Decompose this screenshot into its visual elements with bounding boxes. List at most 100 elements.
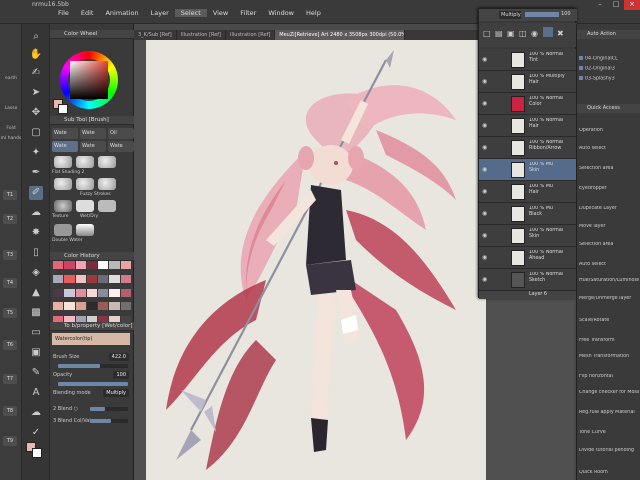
menu-animation[interactable]: Animation <box>99 9 144 17</box>
opacity-slider[interactable] <box>58 382 128 386</box>
brush-preset-4[interactable] <box>54 178 72 190</box>
tool-property-header[interactable]: To b/property [Wet/color] <box>50 322 134 331</box>
quick-access-item[interactable]: Mesh Transformation <box>579 354 639 360</box>
layer-row[interactable]: ◉ 100 % Normal Tint <box>479 49 577 71</box>
close-button[interactable]: × <box>624 0 640 10</box>
layer-row[interactable]: ◉ 100 % Mu Black <box>479 203 577 225</box>
palette-swatch[interactable] <box>98 261 109 269</box>
figure-icon[interactable]: ▭ <box>29 326 43 340</box>
tool-tag-3[interactable]: T3 <box>3 250 17 260</box>
palette-swatch[interactable] <box>109 288 120 297</box>
quick-access-header[interactable]: Quick Access <box>577 104 640 113</box>
palette-swatch[interactable] <box>64 261 75 269</box>
quick-access-item[interactable]: Auto select <box>579 146 639 152</box>
menu-edit[interactable]: Edit <box>75 9 100 17</box>
auto-action-header[interactable]: Auto Action <box>577 30 640 39</box>
brush-preset-3[interactable] <box>98 156 116 168</box>
correction-icon[interactable]: ✓ <box>29 426 43 440</box>
brush-tab-3[interactable]: Oil <box>108 128 134 139</box>
brush-tab-5[interactable]: Wate <box>80 141 106 152</box>
blend-icon[interactable]: ◈ <box>29 266 43 280</box>
palette-swatch[interactable] <box>75 302 86 311</box>
palette-swatch[interactable] <box>120 274 131 283</box>
layer-row[interactable]: ◉ 100 % Mu Hair <box>479 181 577 203</box>
palette-swatch[interactable] <box>53 302 64 311</box>
frame-icon[interactable]: ▣ <box>29 346 43 360</box>
layer-row[interactable]: ◉ 100 % Normal Skin <box>479 225 577 247</box>
doc-tab-1[interactable]: 3_K/Sub [Ref] <box>134 30 177 40</box>
hand-icon[interactable]: ✋ <box>29 48 43 62</box>
palette-swatch[interactable] <box>86 261 98 269</box>
palette-swatch[interactable] <box>53 288 64 297</box>
tool-name-field[interactable]: Watercolor(tip) <box>52 333 130 345</box>
auto-action-item[interactable]: 02-Original3 <box>579 66 639 73</box>
reference-icon[interactable] <box>543 27 553 37</box>
eye-icon[interactable]: ◉ <box>482 210 487 217</box>
eye-icon[interactable]: ◉ <box>482 254 487 261</box>
layer-blend-select[interactable]: Multiply <box>499 11 521 19</box>
brush-preset-8[interactable] <box>76 200 94 212</box>
quick-access-item[interactable]: Auto select <box>579 262 639 268</box>
saturation-square[interactable] <box>70 61 108 99</box>
opacity-value[interactable]: 100 <box>113 371 129 379</box>
layer-row[interactable]: ◉ 100 % Normal Color <box>479 93 577 115</box>
quick-access-item[interactable]: Divide tutorial pending <box>579 448 639 454</box>
mask-icon[interactable]: ▣ <box>507 29 515 38</box>
quick-access-item[interactable]: Selection area <box>579 166 639 172</box>
doc-tab-active[interactable]: MeuZi[Retrieve] Art 2480 x 3508px 300dpi… <box>275 30 406 40</box>
eye-icon[interactable]: ◉ <box>482 100 487 107</box>
palette-swatch[interactable] <box>86 274 98 283</box>
layer-row[interactable]: ◉ 100 % Normal Sketch <box>479 269 577 291</box>
doc-tab-2[interactable]: Illustration [Ref] <box>177 30 227 40</box>
palette-swatch[interactable] <box>53 274 64 283</box>
palette-swatch[interactable] <box>75 288 86 297</box>
palette-swatch[interactable] <box>64 288 75 297</box>
new-layer-icon[interactable]: □ <box>483 29 491 38</box>
eye-icon[interactable]: ◉ <box>482 188 487 195</box>
menu-filter[interactable]: Filter <box>234 9 262 17</box>
eye-icon[interactable]: ◉ <box>482 78 487 85</box>
palette-swatch[interactable] <box>120 261 131 269</box>
tool-tag-8[interactable]: T8 <box>3 406 17 416</box>
layer-row-selected[interactable]: ◉ 100 % Mu Skin <box>479 159 577 181</box>
palette-swatch[interactable] <box>75 261 86 269</box>
quick-access-item[interactable]: Duplicate Layer <box>579 206 639 212</box>
tool-tag-5[interactable]: T5 <box>3 308 17 318</box>
maximize-button[interactable]: □ <box>608 0 624 10</box>
move-icon[interactable]: ✥ <box>29 106 43 120</box>
brush-preset-11[interactable] <box>76 224 94 236</box>
quick-access-item[interactable]: Reg.rule apply Material <box>579 410 639 416</box>
layer-row[interactable]: ◉ 100 % Normal Ahead <box>479 247 577 269</box>
decoration-icon[interactable]: ✸ <box>29 226 43 240</box>
layer-row[interactable]: ◉ 100 % Normal Ribbon/Arrow <box>479 137 577 159</box>
palette-swatch[interactable] <box>109 302 120 311</box>
text-icon[interactable]: A <box>29 386 43 400</box>
palette-swatch[interactable] <box>86 302 98 311</box>
palette-swatch[interactable] <box>120 288 131 297</box>
operation-icon[interactable]: ➤ <box>29 86 43 100</box>
brush-tab-6[interactable]: Wate <box>108 141 134 152</box>
tool-tag-7[interactable]: T7 <box>3 374 17 384</box>
quick-access-item[interactable]: Merge/Unmerge layer <box>579 296 639 302</box>
layer-row[interactable]: ◉ 100 % Multiply Hair <box>479 71 577 93</box>
auto-action-item[interactable]: 04-OriginalCL <box>579 56 639 63</box>
palette-swatch[interactable] <box>86 288 98 297</box>
palette-swatch[interactable] <box>109 274 120 283</box>
brush-size-slider[interactable] <box>58 364 128 368</box>
eraser-icon[interactable]: ▯ <box>29 246 43 260</box>
sub-color-chip[interactable] <box>32 448 42 458</box>
brush-icon[interactable]: ✐ <box>29 186 43 200</box>
auto-select-icon[interactable]: ✦ <box>29 146 43 160</box>
ruler-icon[interactable]: ✎ <box>29 366 43 380</box>
doc-tab-3[interactable]: Illustration [Ref] <box>226 30 276 40</box>
palette-swatch[interactable] <box>120 302 131 311</box>
folder-icon[interactable]: ▤ <box>495 29 503 38</box>
eyedropper-icon[interactable]: ✍ <box>29 66 43 80</box>
palette-swatch[interactable] <box>64 274 75 283</box>
menu-layer[interactable]: Layer <box>145 9 175 17</box>
palette-swatch[interactable] <box>64 302 75 311</box>
blend-slider-1[interactable] <box>90 407 128 411</box>
brush-preset-1[interactable] <box>54 156 72 168</box>
quick-access-item[interactable]: Move layer <box>579 224 639 230</box>
pen-icon[interactable]: ✒ <box>29 166 43 180</box>
